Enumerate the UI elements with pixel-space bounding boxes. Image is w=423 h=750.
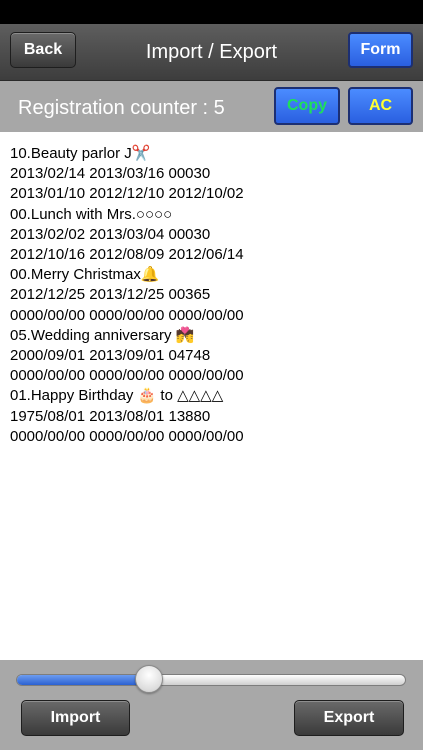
counter-bar: Registration counter : 5 Copy AC xyxy=(0,81,423,132)
export-button[interactable]: Export xyxy=(294,700,404,736)
slider-fill xyxy=(17,675,150,685)
data-text-area[interactable]: 10.Beauty parlor J✂️ 2013/02/14 2013/03/… xyxy=(0,132,423,660)
bottom-toolbar: Import Export xyxy=(0,660,423,750)
status-bar xyxy=(0,0,423,24)
navigation-bar: Back Import / Export Form xyxy=(0,24,423,81)
data-text[interactable]: 10.Beauty parlor J✂️ 2013/02/14 2013/03/… xyxy=(10,144,244,447)
slider-track[interactable] xyxy=(16,674,406,686)
form-button[interactable]: Form xyxy=(348,32,413,68)
slider-thumb[interactable] xyxy=(134,665,163,693)
ac-button[interactable]: AC xyxy=(348,87,413,125)
copy-button[interactable]: Copy xyxy=(274,87,340,125)
import-button[interactable]: Import xyxy=(21,700,130,736)
registration-counter: Registration counter : 5 xyxy=(18,97,225,119)
